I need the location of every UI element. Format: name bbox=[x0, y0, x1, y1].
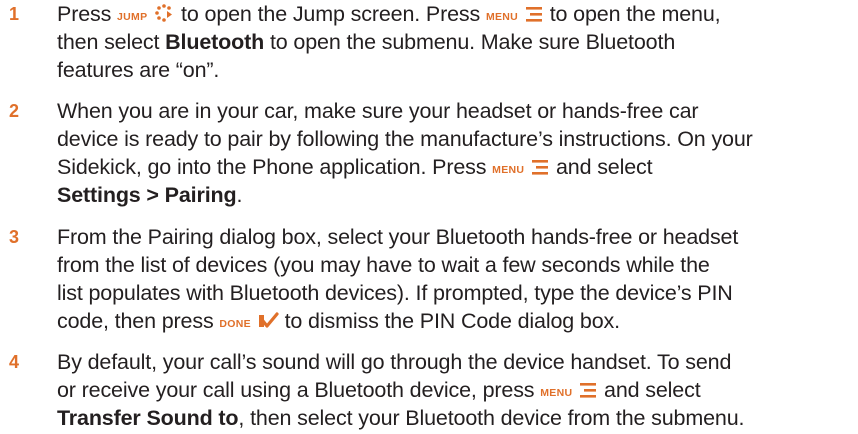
text-run: to open the Jump screen. Press bbox=[175, 2, 486, 26]
text-run: and select bbox=[598, 378, 701, 402]
step-line: then select Bluetooth to open the submen… bbox=[57, 28, 857, 56]
settings-pairing-path: Settings > Pairing bbox=[57, 183, 237, 207]
step-text: When you are in your car, make sure your… bbox=[57, 97, 857, 209]
menu-key-label: MENU bbox=[540, 387, 573, 399]
step-line: By default, your call’s sound will go th… bbox=[57, 350, 732, 374]
step-text: From the Pairing dialog box, select your… bbox=[57, 223, 857, 335]
jump-key-label: JUMP bbox=[117, 11, 148, 23]
step-line: list populates with Bluetooth devices). … bbox=[57, 281, 733, 305]
menu-lines-icon bbox=[524, 3, 544, 31]
text-run: to open the submenu. Make sure Bluetooth bbox=[264, 30, 676, 54]
done-key-label: DONE bbox=[219, 318, 251, 330]
step-line: features are “on”. bbox=[57, 58, 220, 82]
done-check-icon bbox=[257, 310, 279, 338]
step-line: From the Pairing dialog box, select your… bbox=[57, 225, 739, 249]
menu-key-label: MENU bbox=[492, 164, 525, 176]
menu-lines-icon bbox=[578, 379, 598, 407]
step-line: Settings > Pairing. bbox=[57, 181, 857, 209]
text-run: or receive your call using a Bluetooth d… bbox=[57, 378, 541, 402]
step-number: 1 bbox=[9, 4, 20, 24]
bluetooth-menu-item: Bluetooth bbox=[165, 30, 265, 54]
step-line: Sidekick, go into the Phone application.… bbox=[57, 153, 857, 181]
text-run: , then select your Bluetooth device from… bbox=[238, 406, 745, 430]
step-line: Press JUMP to open the Jump screen. Pres… bbox=[57, 0, 857, 28]
step-line: device is ready to pair by following the… bbox=[57, 127, 753, 151]
text-run: Press bbox=[57, 2, 118, 26]
step-number: 3 bbox=[9, 227, 20, 247]
step-number: 2 bbox=[9, 101, 20, 121]
menu-lines-icon bbox=[530, 156, 550, 184]
menu-key-label: MENU bbox=[485, 11, 519, 23]
text-run: to dismiss the PIN Code dialog box. bbox=[278, 309, 621, 333]
text-run: code, then press bbox=[57, 309, 220, 333]
text-run: Sidekick, go into the Phone application.… bbox=[57, 155, 493, 179]
step-line: When you are in your car, make sure your… bbox=[57, 99, 699, 123]
step-line: or receive your call using a Bluetooth d… bbox=[57, 376, 857, 404]
step-number: 4 bbox=[9, 352, 20, 372]
text-run: and select bbox=[550, 155, 653, 179]
text-run: then select bbox=[57, 30, 166, 54]
step-text: By default, your call’s sound will go th… bbox=[57, 348, 857, 432]
text-run: to open the menu, bbox=[543, 2, 721, 26]
jump-dots-icon bbox=[153, 2, 175, 31]
text-run: . bbox=[236, 183, 243, 207]
step-line: code, then press DONE to dismiss the PIN… bbox=[57, 307, 857, 335]
step-text: Press JUMP to open the Jump screen. Pres… bbox=[57, 0, 857, 84]
step-line: Transfer Sound to, then select your Blue… bbox=[57, 404, 857, 432]
step-line: from the list of devices (you may have t… bbox=[57, 253, 710, 277]
transfer-sound-item: Transfer Sound to bbox=[57, 406, 239, 430]
